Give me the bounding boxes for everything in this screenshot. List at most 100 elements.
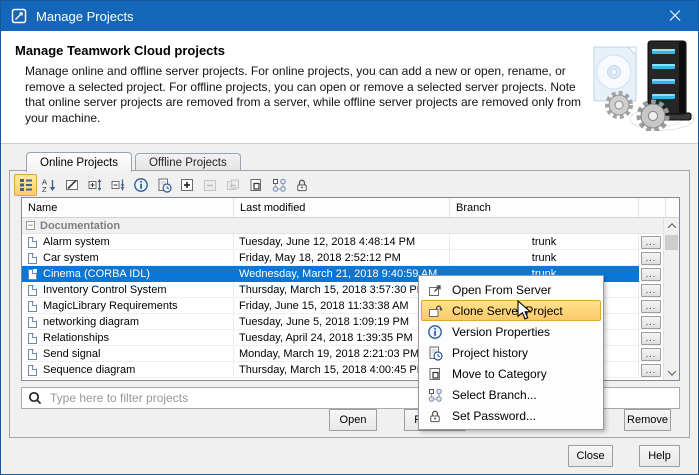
category-label: Documentation (40, 220, 120, 232)
clone-server-project-icon (427, 303, 443, 319)
close-button[interactable]: Close (568, 445, 613, 467)
move-to-icon (225, 177, 241, 193)
toolbar-button-remove-category[interactable] (198, 174, 221, 196)
toolbar-button-create-category[interactable] (175, 174, 198, 196)
menu-item-move-to-category[interactable]: Move to Category (421, 363, 601, 384)
branch-more-button[interactable]: ... (641, 284, 661, 297)
header-description: Manage online and offline server project… (25, 64, 591, 126)
history-icon (156, 177, 172, 193)
move-to-category-icon (248, 177, 264, 193)
project-document-icon (28, 349, 37, 360)
column-header-last-modified[interactable]: Last modified (234, 198, 450, 217)
mouse-cursor-icon (517, 300, 532, 321)
branch-more-button[interactable]: ... (641, 300, 661, 313)
titlebar[interactable]: Manage Projects (1, 1, 698, 31)
project-document-icon (28, 285, 37, 296)
remove-button[interactable]: Remove (624, 409, 671, 431)
project-name: Cinema (CORBA IDL) (43, 268, 150, 280)
project-name: MagicLibrary Requirements (43, 300, 178, 312)
column-header-more (639, 198, 665, 217)
project-document-icon (28, 253, 37, 264)
project-document-icon (28, 317, 37, 328)
project-last-modified: Friday, May 18, 2018 2:52:12 PM (234, 250, 450, 266)
menu-item-label: Set Password... (452, 409, 536, 423)
collapse-group-icon[interactable]: − (26, 221, 35, 230)
menu-item-open-from-server[interactable]: Open From Server (421, 279, 601, 300)
menu-item-label: Clone Server Project (452, 304, 563, 318)
menu-item-select-branch[interactable]: Select Branch... (421, 384, 601, 405)
window-title: Manage Projects (36, 9, 134, 24)
project-document-icon (28, 333, 37, 344)
close-icon (669, 10, 681, 22)
branch-icon (427, 387, 443, 403)
remove-category-icon (202, 177, 218, 193)
toolbar-button-move-to[interactable] (221, 174, 244, 196)
table-row[interactable]: Car system Friday, May 18, 2018 2:52:12 … (22, 250, 663, 266)
menu-item-label: Move to Category (452, 367, 547, 381)
toolbar-button-expand-all[interactable] (83, 174, 106, 196)
context-menu: Open From Server Clone Server Project Ve… (418, 275, 604, 430)
menu-item-project-history[interactable]: Project history (421, 342, 601, 363)
project-name: Sequence diagram (43, 364, 135, 376)
toolbar-button-move-to-category[interactable] (244, 174, 267, 196)
table-row[interactable]: Alarm system Tuesday, June 12, 2018 4:48… (22, 234, 663, 250)
manage-projects-dialog: Manage Projects Manage Teamwork Cloud pr… (0, 0, 699, 475)
collapse-all-icon (110, 177, 126, 193)
toolbar-button-collapse-all[interactable] (106, 174, 129, 196)
project-document-icon (28, 237, 37, 248)
toolbar-button-project-history[interactable] (152, 174, 175, 196)
lock-icon (427, 408, 443, 424)
vertical-scrollbar[interactable] (663, 218, 679, 380)
project-document-icon (28, 301, 37, 312)
project-branch: trunk (450, 250, 639, 266)
toolbar-button-rename[interactable] (60, 174, 83, 196)
header-title: Manage Teamwork Cloud projects (15, 43, 225, 58)
scroll-up-button[interactable] (664, 218, 680, 233)
toolbar-button-select-branch[interactable] (267, 174, 290, 196)
column-header-branch[interactable]: Branch (450, 198, 639, 217)
toolbar-button-sort-alphabetically[interactable]: A Z (37, 174, 60, 196)
project-name: Relationships (43, 332, 109, 344)
project-document-icon (28, 269, 37, 280)
category-row-documentation[interactable]: − Documentation (22, 218, 663, 234)
project-last-modified: Tuesday, June 12, 2018 4:48:14 PM (234, 234, 450, 250)
project-name: Inventory Control System (43, 284, 167, 296)
tab-bar: Online Projects Offline Projects (26, 152, 244, 171)
tab-offline-projects-label: Offline Projects (149, 157, 227, 169)
project-name: Send signal (43, 348, 101, 360)
rename-icon (64, 177, 80, 193)
branch-more-button[interactable]: ... (641, 252, 661, 265)
scroll-down-button[interactable] (664, 365, 680, 380)
branch-more-button[interactable]: ... (641, 236, 661, 249)
open-button[interactable]: Open (329, 409, 377, 431)
branch-more-button[interactable]: ... (641, 268, 661, 281)
sort-az-icon: A Z (41, 177, 57, 193)
scrollbar-thumb[interactable] (665, 235, 678, 250)
branch-more-button[interactable]: ... (641, 332, 661, 345)
chevron-down-icon (668, 367, 676, 375)
branch-more-button[interactable]: ... (641, 348, 661, 361)
project-branch: trunk (450, 234, 639, 250)
menu-item-clone-server-project[interactable]: Clone Server Project (421, 300, 601, 321)
project-name: Alarm system (43, 236, 110, 248)
column-header-name[interactable]: Name (22, 198, 234, 217)
projects-toolbar: A Z (14, 173, 313, 197)
branch-more-button[interactable]: ... (641, 316, 661, 329)
help-button[interactable]: Help (639, 445, 680, 467)
tab-online-projects[interactable]: Online Projects (26, 152, 132, 172)
chevron-up-icon (668, 223, 676, 231)
toolbar-button-show-categories[interactable] (14, 174, 37, 196)
toolbar-button-project-info[interactable] (129, 174, 152, 196)
menu-item-version-properties[interactable]: Version Properties (421, 321, 601, 342)
dialog-header: Manage Teamwork Cloud projects Manage on… (1, 31, 698, 144)
toolbar-button-set-password[interactable] (290, 174, 313, 196)
header-corner (665, 198, 679, 217)
branch-more-button[interactable]: ... (641, 364, 661, 377)
info-icon (427, 324, 443, 340)
history-icon (427, 345, 443, 361)
menu-item-set-password[interactable]: Set Password... (421, 405, 601, 426)
menu-item-label: Open From Server (452, 283, 551, 297)
close-window-button[interactable] (652, 1, 698, 31)
tab-offline-projects[interactable]: Offline Projects (135, 153, 241, 171)
show-categories-icon (18, 177, 34, 193)
